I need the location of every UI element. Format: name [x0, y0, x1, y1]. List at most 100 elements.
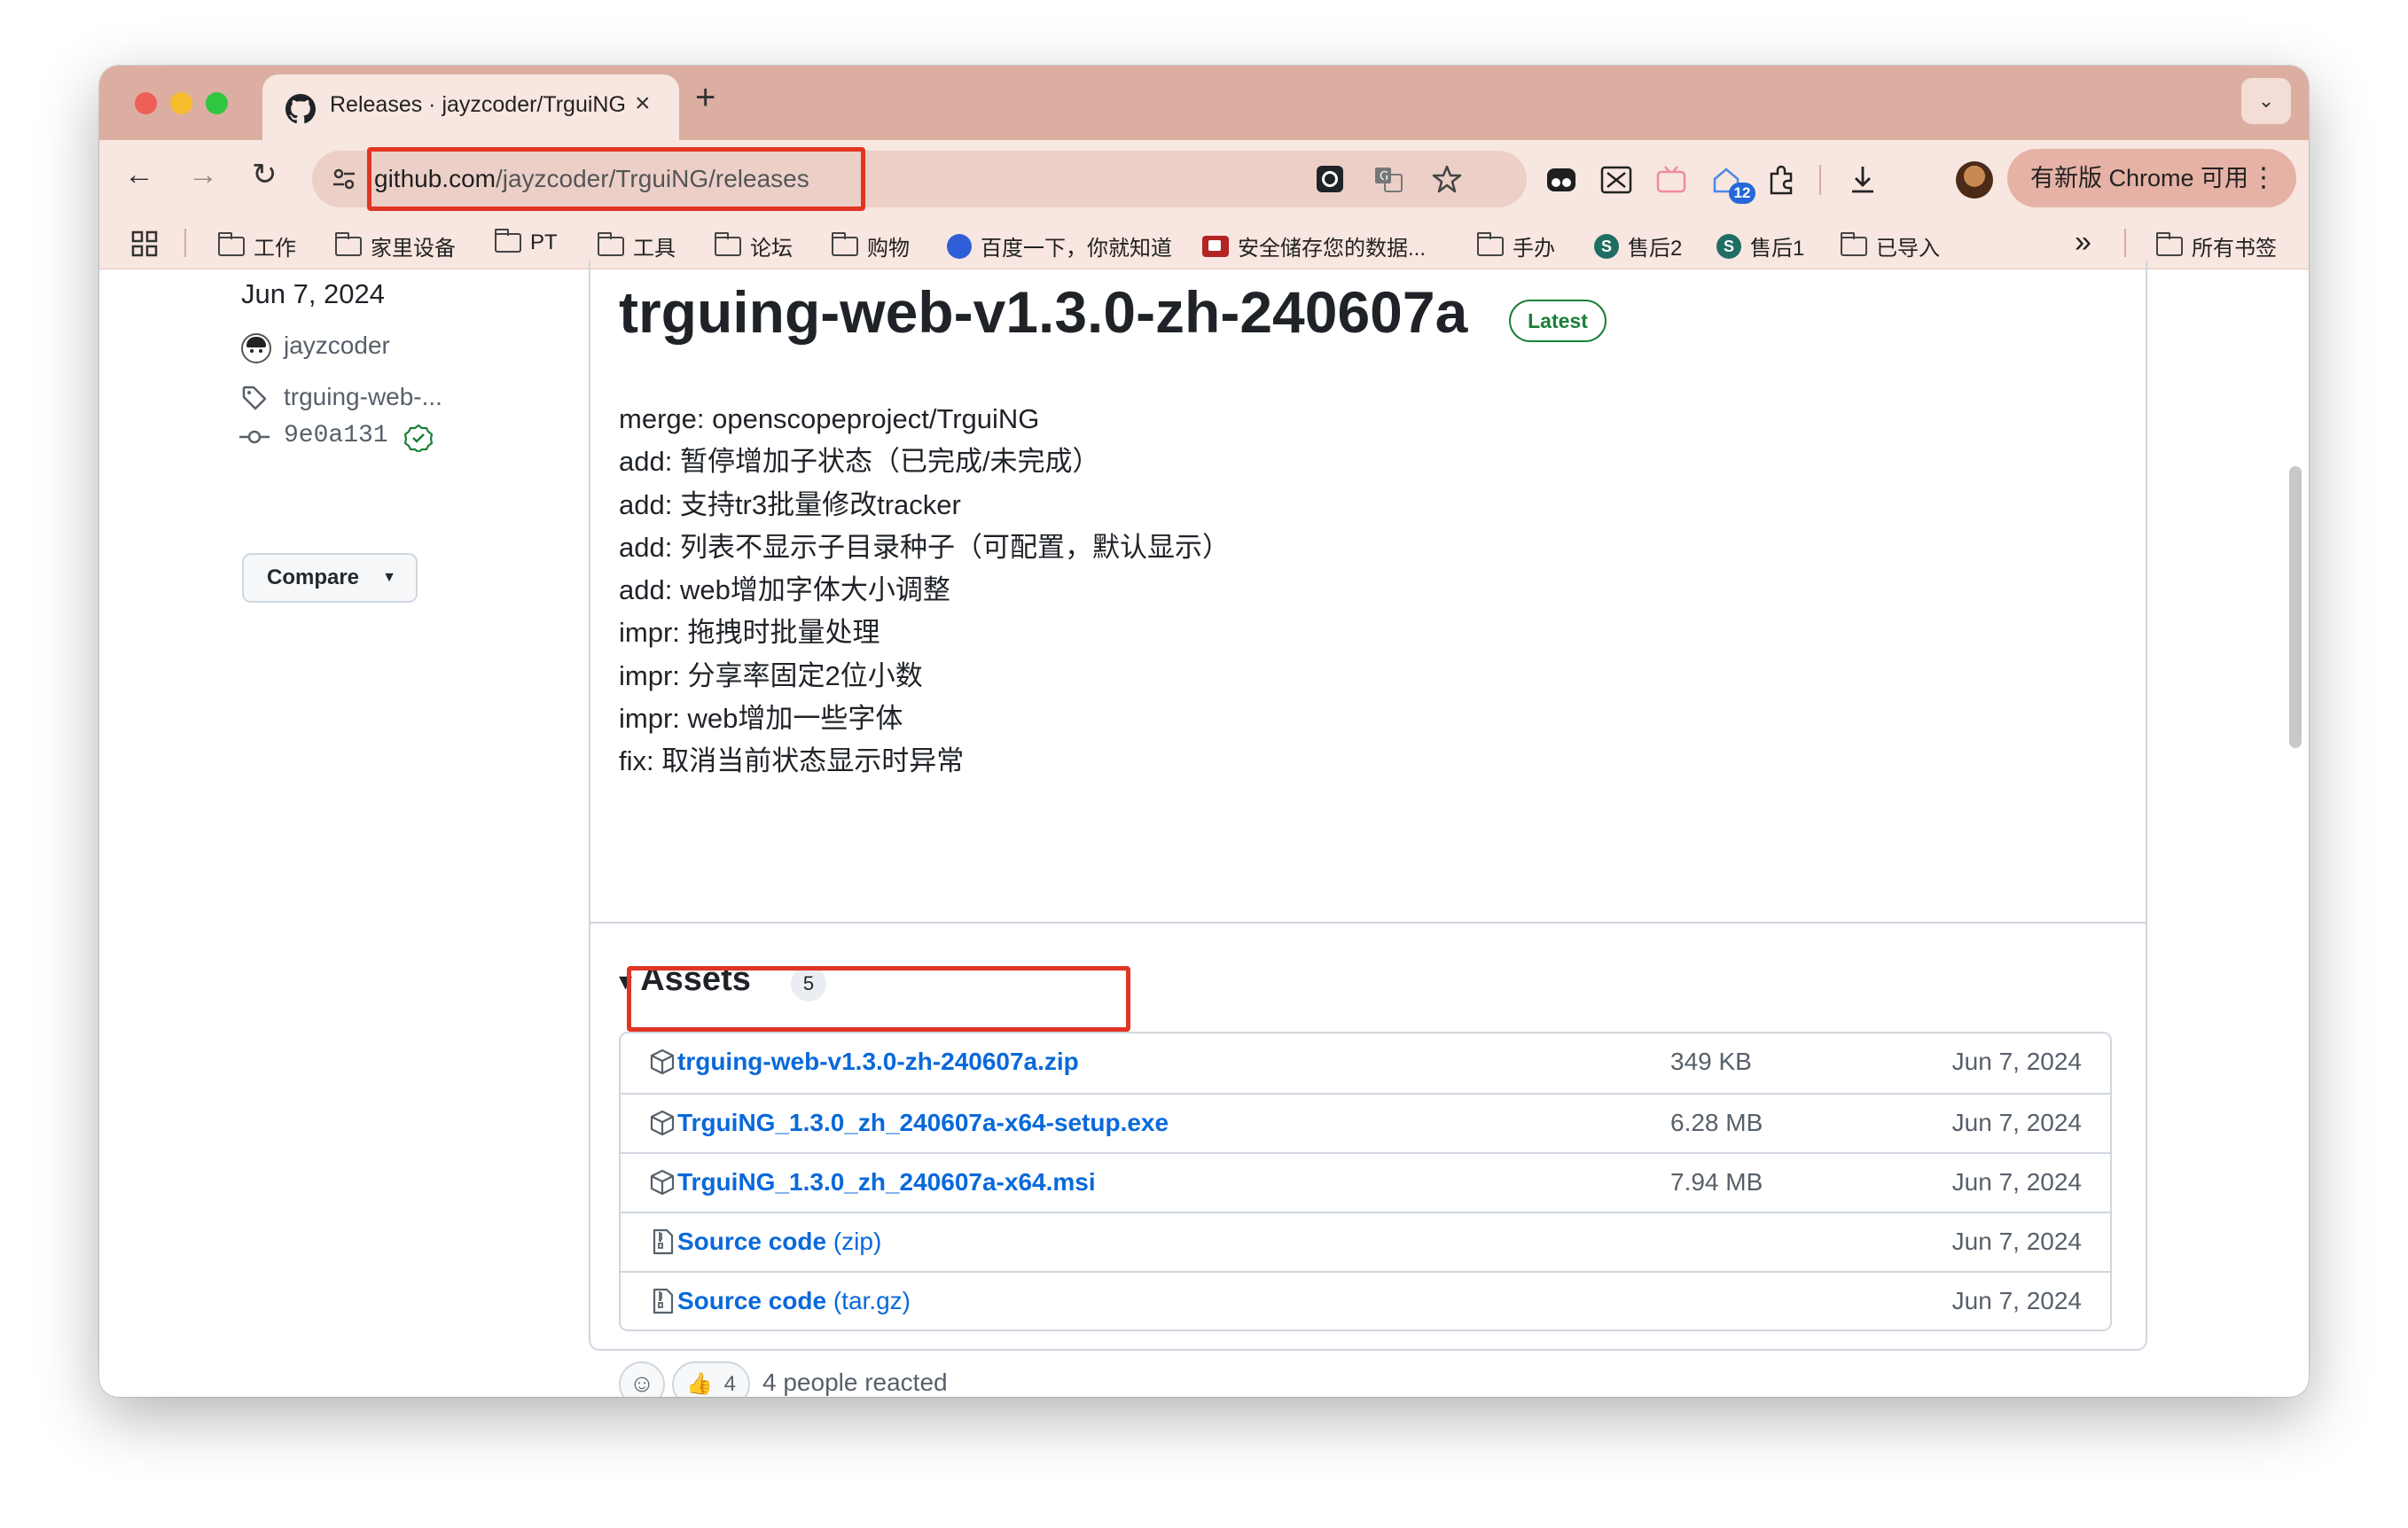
translate-icon[interactable]: G	[1372, 163, 1404, 195]
release-note-line: impr: 拖拽时批量处理	[619, 617, 880, 649]
folder-icon	[2156, 231, 2183, 256]
bookmark-folder-home-devices[interactable]: 家里设备	[335, 230, 456, 261]
tab-title: Releases · jayzcoder/TrguiNG	[330, 92, 626, 117]
bookmark-label: 家里设备	[371, 237, 456, 261]
minimize-window-button[interactable]	[170, 92, 192, 114]
release-note-line: impr: 分享率固定2位小数	[619, 659, 923, 691]
package-icon	[650, 1110, 675, 1136]
asset-size: 6.28 MB	[1670, 1109, 1763, 1136]
file-zip-icon	[653, 1288, 674, 1314]
thumbs-up-icon: 👍	[686, 1372, 713, 1396]
compare-button[interactable]: Compare ▼	[242, 553, 418, 603]
asset-date: Jun 7, 2024	[1951, 1048, 2082, 1075]
bookmark-folder-shopping[interactable]: 购物	[832, 230, 910, 261]
package-icon	[650, 1049, 675, 1075]
extensions-puzzle-icon[interactable]	[1764, 163, 1798, 197]
notification-count-badge: 12	[1729, 183, 1755, 204]
bookmark-folder-imported[interactable]: 已导入	[1841, 230, 1940, 261]
bookmark-secure-storage[interactable]: 安全储存您的数据...	[1202, 230, 1426, 261]
bookmarks-divider	[2124, 229, 2126, 257]
git-commit-icon	[239, 430, 270, 444]
asset-link[interactable]: TrguiNG_1.3.0_zh_240607a-x64.msi	[677, 1168, 1096, 1197]
author-avatar[interactable]	[241, 333, 271, 363]
tag-link[interactable]: trguing-web-...	[284, 383, 442, 411]
bookmark-label: 售后2	[1628, 237, 1683, 261]
release-title[interactable]: trguing-web-v1.3.0-zh-240607a	[619, 278, 1467, 346]
bookmark-folder-tools[interactable]: 工具	[598, 230, 676, 261]
folder-icon	[1477, 231, 1504, 256]
asset-link[interactable]: TrguiNG_1.3.0_zh_240607a-x64-setup.exe	[677, 1109, 1169, 1137]
release-notes: merge: openscopeproject/TrguiNG add: 暂停增…	[619, 398, 1230, 783]
back-button[interactable]: ←	[124, 160, 154, 190]
release-date: Jun 7, 2024	[241, 278, 386, 309]
asset-link[interactable]: Source code (zip)	[677, 1228, 881, 1256]
sharepoint-icon: S	[1594, 233, 1619, 259]
asset-row: TrguiNG_1.3.0_zh_240607a-x64.msi 7.94 MB…	[621, 1152, 2110, 1212]
asset-row: TrguiNG_1.3.0_zh_240607a-x64-setup.exe 6…	[621, 1093, 2110, 1152]
bookmark-folder-work[interactable]: 工作	[218, 230, 296, 261]
bookmark-aftersales-1[interactable]: S 售后1	[1716, 230, 1804, 261]
release-note-line: add: 列表不显示子目录种子（可配置，默认显示）	[619, 531, 1230, 563]
bookmark-star-icon[interactable]	[1431, 163, 1463, 195]
commit-link[interactable]: 9e0a131	[284, 422, 388, 449]
bookmarks-overflow-icon[interactable]: »	[2075, 225, 2091, 260]
tv-extension-icon[interactable]	[1654, 163, 1688, 197]
toolbar-divider	[1819, 165, 1821, 195]
scrollbar-thumb[interactable]	[2289, 466, 2302, 748]
github-icon	[285, 94, 316, 124]
release-note-line: add: 暂停增加子状态（已完成/未完成）	[619, 446, 1100, 478]
download-icon[interactable]	[1846, 163, 1880, 197]
folder-icon	[598, 231, 624, 256]
reload-button[interactable]: ↻	[252, 160, 278, 190]
site-info-icon[interactable]	[330, 165, 358, 193]
asset-link-format: (zip)	[826, 1228, 882, 1255]
asset-size: 349 KB	[1670, 1048, 1752, 1075]
github-extension-icon[interactable]	[1314, 163, 1346, 195]
add-reaction-button[interactable]: ☺	[619, 1361, 665, 1397]
close-window-button[interactable]	[135, 92, 157, 114]
tab-search-button[interactable]: ⌄	[2241, 78, 2291, 124]
apps-grid-icon[interactable]	[131, 230, 158, 257]
active-tab[interactable]: Releases · jayzcoder/TrguiNG ×	[262, 74, 679, 140]
bookmark-folder-forum[interactable]: 论坛	[715, 230, 793, 261]
tab-close-icon[interactable]: ×	[635, 89, 651, 119]
bookmark-baidu[interactable]: 百度一下，你就知道	[947, 230, 1172, 261]
tag-icon	[242, 386, 267, 410]
release-note-line: merge: openscopeproject/TrguiNG	[619, 403, 1040, 434]
author-link[interactable]: jayzcoder	[284, 331, 390, 360]
chrome-menu-icon[interactable]: ⋮	[2250, 149, 2277, 207]
card-divider	[589, 922, 2147, 924]
bookmark-label: 百度一下，你就知道	[981, 237, 1172, 261]
maximize-window-button[interactable]	[206, 92, 228, 114]
release-note-line: impr: web增加一些字体	[619, 703, 903, 735]
chrome-update-label: 有新版 Chrome 可用	[2030, 165, 2249, 191]
bookmark-aftersales-2[interactable]: S 售后2	[1594, 230, 1682, 261]
forward-button[interactable]: →	[188, 160, 218, 190]
thumbs-up-reaction-button[interactable]: 👍 4	[672, 1361, 750, 1397]
smiley-icon: ☺	[629, 1369, 655, 1397]
bookmark-label: PT	[530, 230, 558, 254]
extension-glasses-icon[interactable]	[1544, 163, 1578, 197]
bookmark-label: 工具	[633, 237, 676, 261]
bookmark-label: 购物	[867, 237, 910, 261]
new-tab-button[interactable]: +	[695, 80, 715, 115]
package-icon	[650, 1169, 675, 1196]
url-highlight-box	[367, 147, 865, 211]
verified-check-icon[interactable]	[404, 424, 433, 452]
storage-icon	[1202, 235, 1229, 257]
bookmark-folder-pt[interactable]: PT	[495, 229, 558, 255]
bookmark-label: 手办	[1513, 237, 1555, 261]
all-bookmarks-label: 所有书签	[2192, 237, 2277, 261]
chrome-update-button[interactable]: 有新版 Chrome 可用 ⋮	[2007, 149, 2296, 207]
bookmarks-divider	[184, 229, 186, 257]
screenshot-icon[interactable]	[1599, 163, 1633, 197]
bookmark-folder-figures[interactable]: 手办	[1477, 230, 1555, 261]
asset-link[interactable]: trguing-web-v1.3.0-zh-240607a.zip	[677, 1048, 1079, 1076]
latest-badge: Latest	[1509, 300, 1607, 342]
assets-list: trguing-web-v1.3.0-zh-240607a.zip 349 KB…	[619, 1032, 2112, 1331]
file-zip-icon	[653, 1228, 674, 1255]
profile-avatar[interactable]	[1956, 161, 1993, 199]
all-bookmarks-folder[interactable]: 所有书签	[2156, 230, 2277, 261]
asset-link[interactable]: Source code (tar.gz)	[677, 1287, 911, 1315]
bookmark-label: 论坛	[750, 237, 793, 261]
